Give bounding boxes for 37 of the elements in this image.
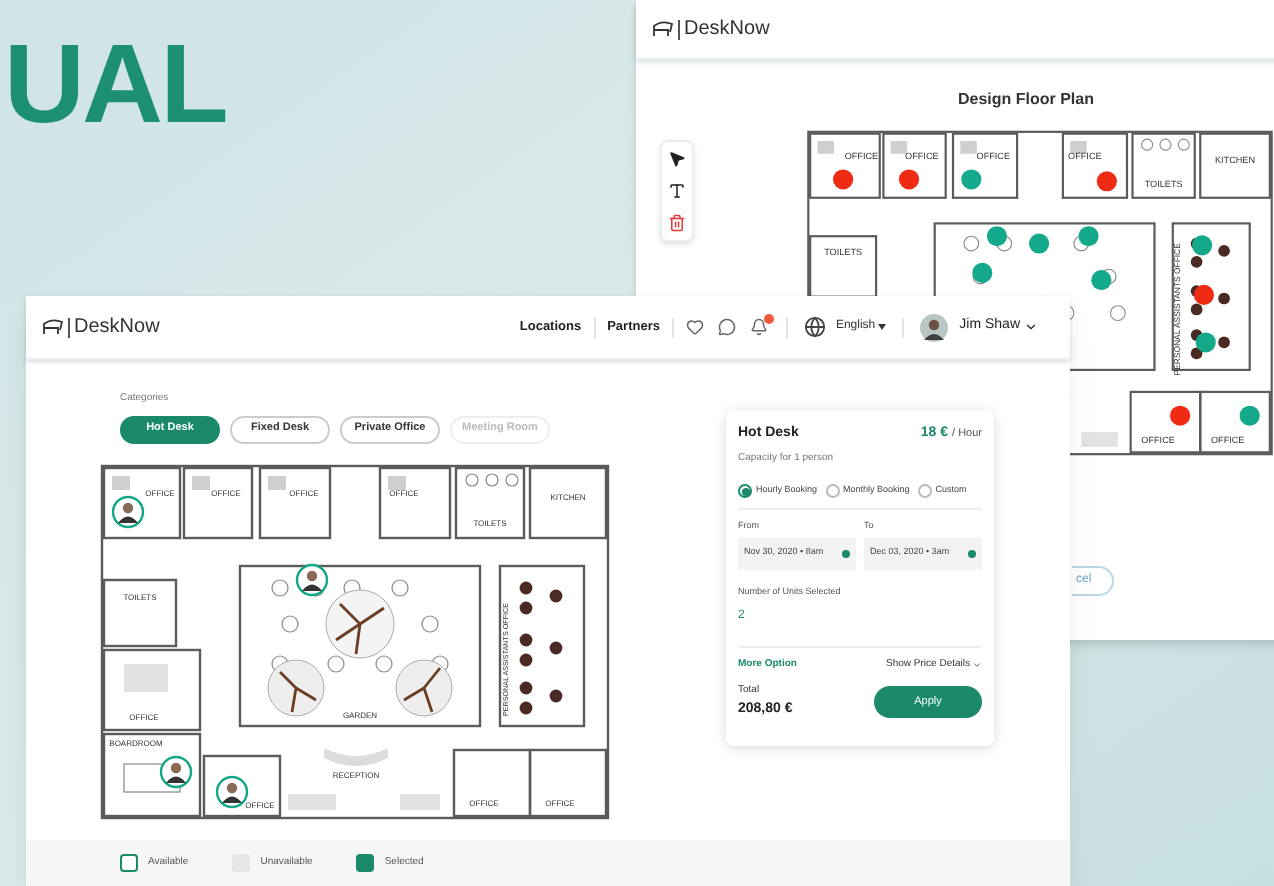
desk-dot[interactable] — [833, 169, 854, 190]
globe-icon[interactable] — [803, 316, 826, 338]
chair-icon — [652, 20, 674, 38]
desk-dot[interactable] — [961, 169, 982, 190]
pointer-icon[interactable] — [668, 150, 686, 168]
headline: UAL — [4, 28, 226, 140]
chevron-down-icon — [1024, 320, 1038, 334]
desk-dot[interactable] — [1170, 405, 1191, 426]
avatar[interactable] — [111, 494, 145, 528]
desk-dot[interactable] — [986, 226, 1008, 247]
bell-button[interactable] — [749, 317, 770, 337]
desk-dot[interactable] — [1091, 270, 1112, 291]
desk-dot[interactable] — [1195, 332, 1216, 353]
desk-dot[interactable] — [972, 262, 993, 283]
desk-dot[interactable] — [1239, 405, 1260, 426]
avatar[interactable] — [919, 313, 948, 341]
chat-icon[interactable] — [717, 318, 736, 336]
editor-title: Design Floor Plan — [957, 88, 1094, 112]
logo-text: DeskNow — [684, 16, 770, 44]
avatar[interactable] — [215, 774, 249, 808]
chair-icon — [42, 318, 64, 336]
desk-dot[interactable] — [899, 169, 920, 190]
avatar[interactable] — [159, 754, 193, 788]
desk-dot[interactable] — [1029, 233, 1050, 254]
desk-dot[interactable] — [1078, 226, 1099, 247]
desk-dot[interactable] — [1096, 171, 1117, 192]
legend-swatch — [120, 854, 138, 872]
desk-dot[interactable] — [1192, 235, 1213, 256]
legend-swatch — [356, 854, 375, 872]
avatar[interactable] — [295, 562, 329, 596]
caret-icon — [877, 324, 886, 330]
trash-icon[interactable] — [668, 214, 686, 232]
text-tool-icon[interactable] — [668, 182, 686, 200]
desk-dot[interactable] — [1193, 284, 1214, 305]
logo-text: DeskNow — [74, 314, 160, 342]
chevron-down-icon — [972, 659, 982, 670]
heart-icon[interactable] — [685, 318, 704, 336]
